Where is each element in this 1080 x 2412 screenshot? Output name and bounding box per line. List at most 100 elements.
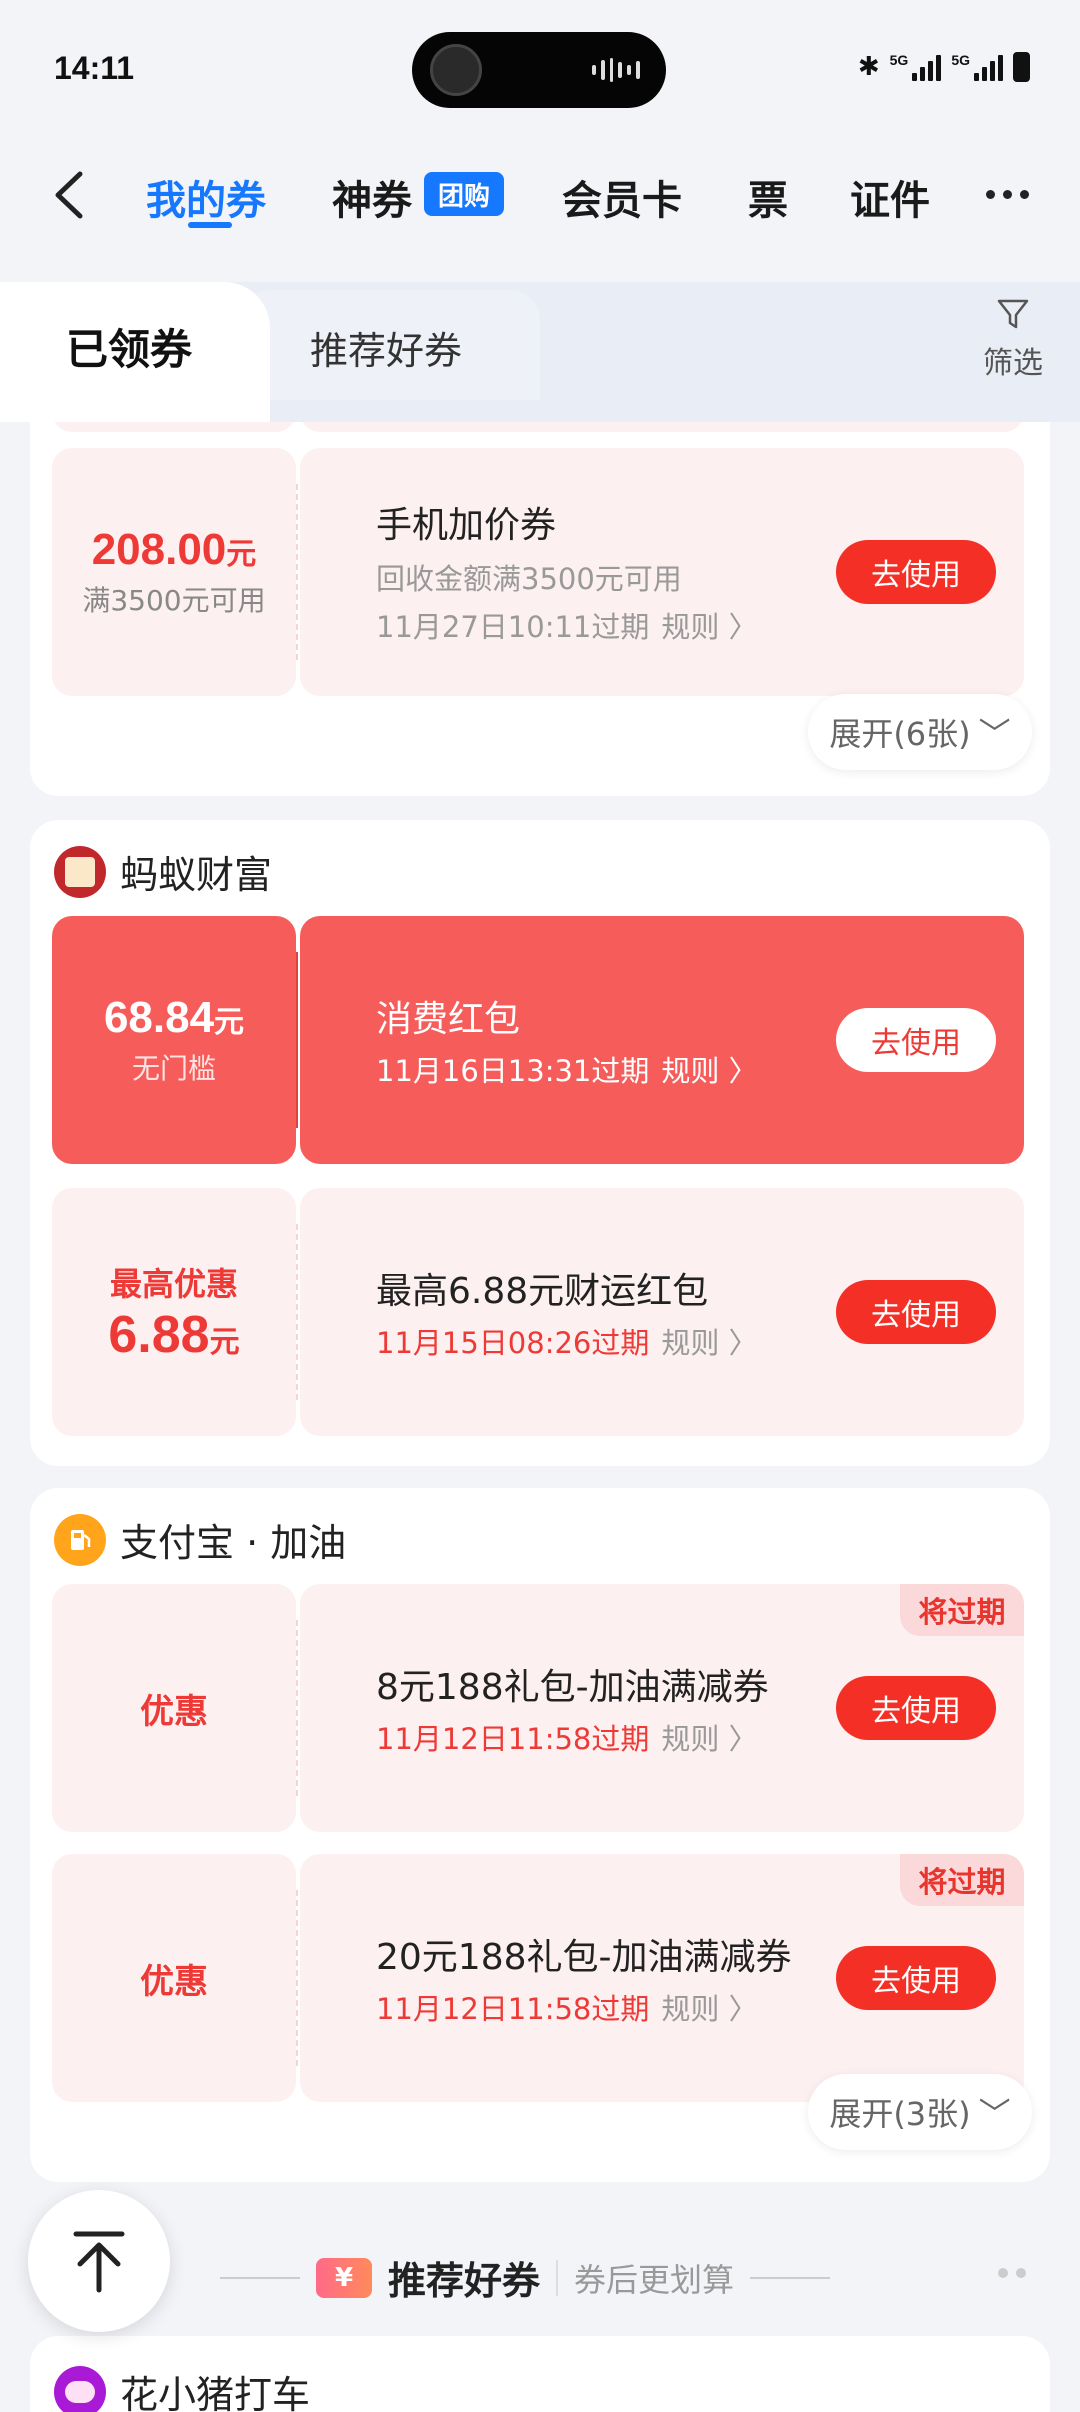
coupon-card[interactable]: 68.84元 无门槛 消费红包 11月16日13:31过期 规则 〉 去使用 (52, 916, 1024, 1164)
coupon-value-panel: 优惠 (52, 1584, 296, 1832)
coupon-unit: 元 (226, 538, 257, 571)
dots-indicator (998, 2268, 1026, 2278)
merchant-header[interactable]: 花小猪打车 (54, 2364, 310, 2412)
coupon-info-panel: 8元188礼包-加油满减券 11月12日11:58过期 规则 〉 去使用 将过期 (300, 1584, 1024, 1832)
back-to-top-button[interactable] (28, 2190, 170, 2332)
coupon-rule-link[interactable]: 规则 〉 (661, 610, 757, 644)
merchant-name: 花小猪打车 (120, 2373, 311, 2412)
coupon-info-panel: 最高6.88元财运红包 11月15日08:26过期 规则 〉 去使用 (300, 1188, 1024, 1436)
back-button[interactable] (50, 170, 90, 220)
use-button[interactable]: 去使用 (836, 1280, 996, 1344)
coupon-group-card: 支付宝 · 加油 优惠 8元188礼包-加油满减券 11月12日11:58过期规… (30, 1488, 1050, 2182)
recommend-title: 推荐好券 (388, 2259, 541, 2303)
subtab-received-label: 已领券 (66, 325, 193, 374)
fuel-pump-icon (54, 1513, 106, 1566)
signal-icon (912, 53, 942, 81)
coupon-group-card: 208.00元 满3500元可用 手机加价券 回收金额满3500元可用 11月2… (30, 422, 1050, 796)
network-label-1: 5G (889, 52, 909, 68)
signal-icon-2 (974, 53, 1003, 81)
divider-line (750, 2276, 831, 2279)
dynamic-island (412, 32, 666, 108)
camera-icon (430, 44, 482, 96)
battery-icon (1013, 52, 1030, 82)
coupon-unit: 元 (209, 1326, 240, 1359)
tab-my-coupons[interactable]: 我的券 (146, 168, 266, 226)
coupon-expiry: 11月12日11:58过期 (376, 1992, 650, 2026)
coupon-unit: 元 (214, 1006, 245, 1039)
coupon-amount: 68.84 (103, 993, 215, 1042)
rule-label: 规则 (661, 1054, 720, 1088)
tuangou-badge: 团购 (424, 172, 504, 216)
coupon-card[interactable]: 208.00元 满3500元可用 手机加价券 回收金额满3500元可用 11月2… (52, 448, 1024, 696)
coupon-title: 20元188礼包-加油满减券 (376, 1937, 792, 1978)
filter-label: 筛选 (983, 346, 1043, 381)
expiring-badge: 将过期 (900, 1854, 1024, 1906)
coupon-info-panel: 手机加价券 回收金额满3500元可用 11月27日10:11过期 规则 〉 去使用 (300, 448, 1024, 696)
coupon-card-partial (52, 422, 1024, 432)
subtab-recommended-label: 推荐好券 (310, 329, 463, 373)
bluetooth-icon: ✱ (857, 52, 880, 82)
coupon-rule-link[interactable]: 规则 〉 (661, 1326, 757, 1360)
divider (556, 2259, 559, 2296)
divider-line (220, 2276, 300, 2279)
status-icons: ✱ 5G 5G (858, 52, 1030, 82)
coupon-expiry: 11月15日08:26过期 (376, 1326, 650, 1360)
chevron-right-icon: 〉 (728, 1992, 758, 2026)
coupon-rule-link[interactable]: 规则 〉 (661, 1054, 757, 1088)
tab-documents[interactable]: 证件 (850, 168, 930, 226)
coupon-card[interactable]: 最高优惠 6.88元 最高6.88元财运红包 11月15日08:26过期 规则 〉… (52, 1188, 1024, 1436)
tab-member-card[interactable]: 会员卡 (562, 168, 682, 226)
status-time: 14:11 (54, 50, 135, 86)
coupon-desc: 回收金额满3500元可用 (376, 562, 682, 596)
coupon-title: 消费红包 (376, 999, 521, 1040)
expand-button[interactable]: 展开(3张) ﹀ (808, 2074, 1032, 2150)
coupon-info-panel: 20元188礼包-加油满减券 11月12日11:58过期 规则 〉 去使用 将过期 (300, 1854, 1024, 2102)
merchant-header[interactable]: 蚂蚁财富 (54, 844, 272, 899)
coupon-left-label: 优惠 (140, 1962, 208, 2001)
coupon-rule-link[interactable]: 规则 〉 (661, 1722, 757, 1756)
coupon-amount: 208.00 (91, 525, 227, 574)
back-arrow-icon (55, 171, 83, 219)
coupon-info-panel: 消费红包 11月16日13:31过期 规则 〉 去使用 (300, 916, 1024, 1164)
expiring-badge: 将过期 (900, 1584, 1024, 1636)
rule-label: 规则 (661, 610, 720, 644)
recommend-subtitle: 券后更划算 (574, 2260, 735, 2299)
coupon-title: 8元188礼包-加油满减券 (376, 1667, 769, 1708)
coupon-value-panel: 最高优惠 6.88元 (52, 1188, 296, 1436)
use-button[interactable]: 去使用 (836, 1946, 996, 2010)
coupon-condition: 满3500元可用 (82, 584, 266, 617)
expand-label: 展开(6张) (829, 715, 971, 753)
filter-button[interactable]: 筛选 (980, 296, 1046, 382)
use-button[interactable]: 去使用 (836, 540, 996, 604)
recommend-header: ¥ 推荐好券 券后更划算 (220, 2250, 831, 2305)
coupon-value-panel: 68.84元 无门槛 (52, 916, 296, 1164)
use-button[interactable]: 去使用 (836, 1676, 996, 1740)
coupon-title: 手机加价券 (376, 505, 557, 546)
arrow-up-icon (73, 2231, 125, 2293)
merchant-header[interactable]: 支付宝 · 加油 (54, 1512, 346, 1567)
more-icon[interactable] (986, 190, 1029, 199)
coupon-condition: 无门槛 (131, 1052, 216, 1085)
chevron-right-icon: 〉 (728, 610, 758, 644)
tab-tickets[interactable]: 票 (748, 168, 788, 226)
coupon-card[interactable]: 优惠 20元188礼包-加油满减券 11月12日11:58过期 规则 〉 去使用 … (52, 1854, 1024, 2102)
tab-god-coupons[interactable]: 神券 (332, 168, 412, 226)
coupon-expiry: 11月27日10:11过期 (376, 610, 650, 644)
rule-label: 规则 (661, 1326, 720, 1360)
coupon-rule-link[interactable]: 规则 〉 (661, 1992, 757, 2026)
network-label-2: 5G (951, 52, 970, 68)
expand-button[interactable]: 展开(6张) ﹀ (808, 694, 1032, 770)
audio-wave-icon (592, 58, 640, 82)
coupon-group-card: 花小猪打车 (30, 2336, 1050, 2412)
coupon-amount: 6.88 (108, 1306, 210, 1364)
merchant-name: 支付宝 · 加油 (120, 1521, 347, 1565)
filter-icon (997, 299, 1029, 329)
coupon-list[interactable]: 208.00元 满3500元可用 手机加价券 回收金额满3500元可用 11月2… (0, 422, 1080, 2412)
coupon-expiry: 11月16日13:31过期 (376, 1054, 650, 1088)
use-button[interactable]: 去使用 (836, 1008, 996, 1072)
huaxiaozhu-logo-icon (54, 2365, 106, 2412)
yuan-icon: ¥ (316, 2257, 372, 2298)
coupon-left-label: 优惠 (140, 1692, 208, 1731)
coupon-card[interactable]: 优惠 8元188礼包-加油满减券 11月12日11:58过期 规则 〉 去使用 将… (52, 1584, 1024, 1832)
coupon-group-card: 蚂蚁财富 68.84元 无门槛 消费红包 11月16日13:31过期 规则 〉 去… (30, 820, 1050, 1466)
